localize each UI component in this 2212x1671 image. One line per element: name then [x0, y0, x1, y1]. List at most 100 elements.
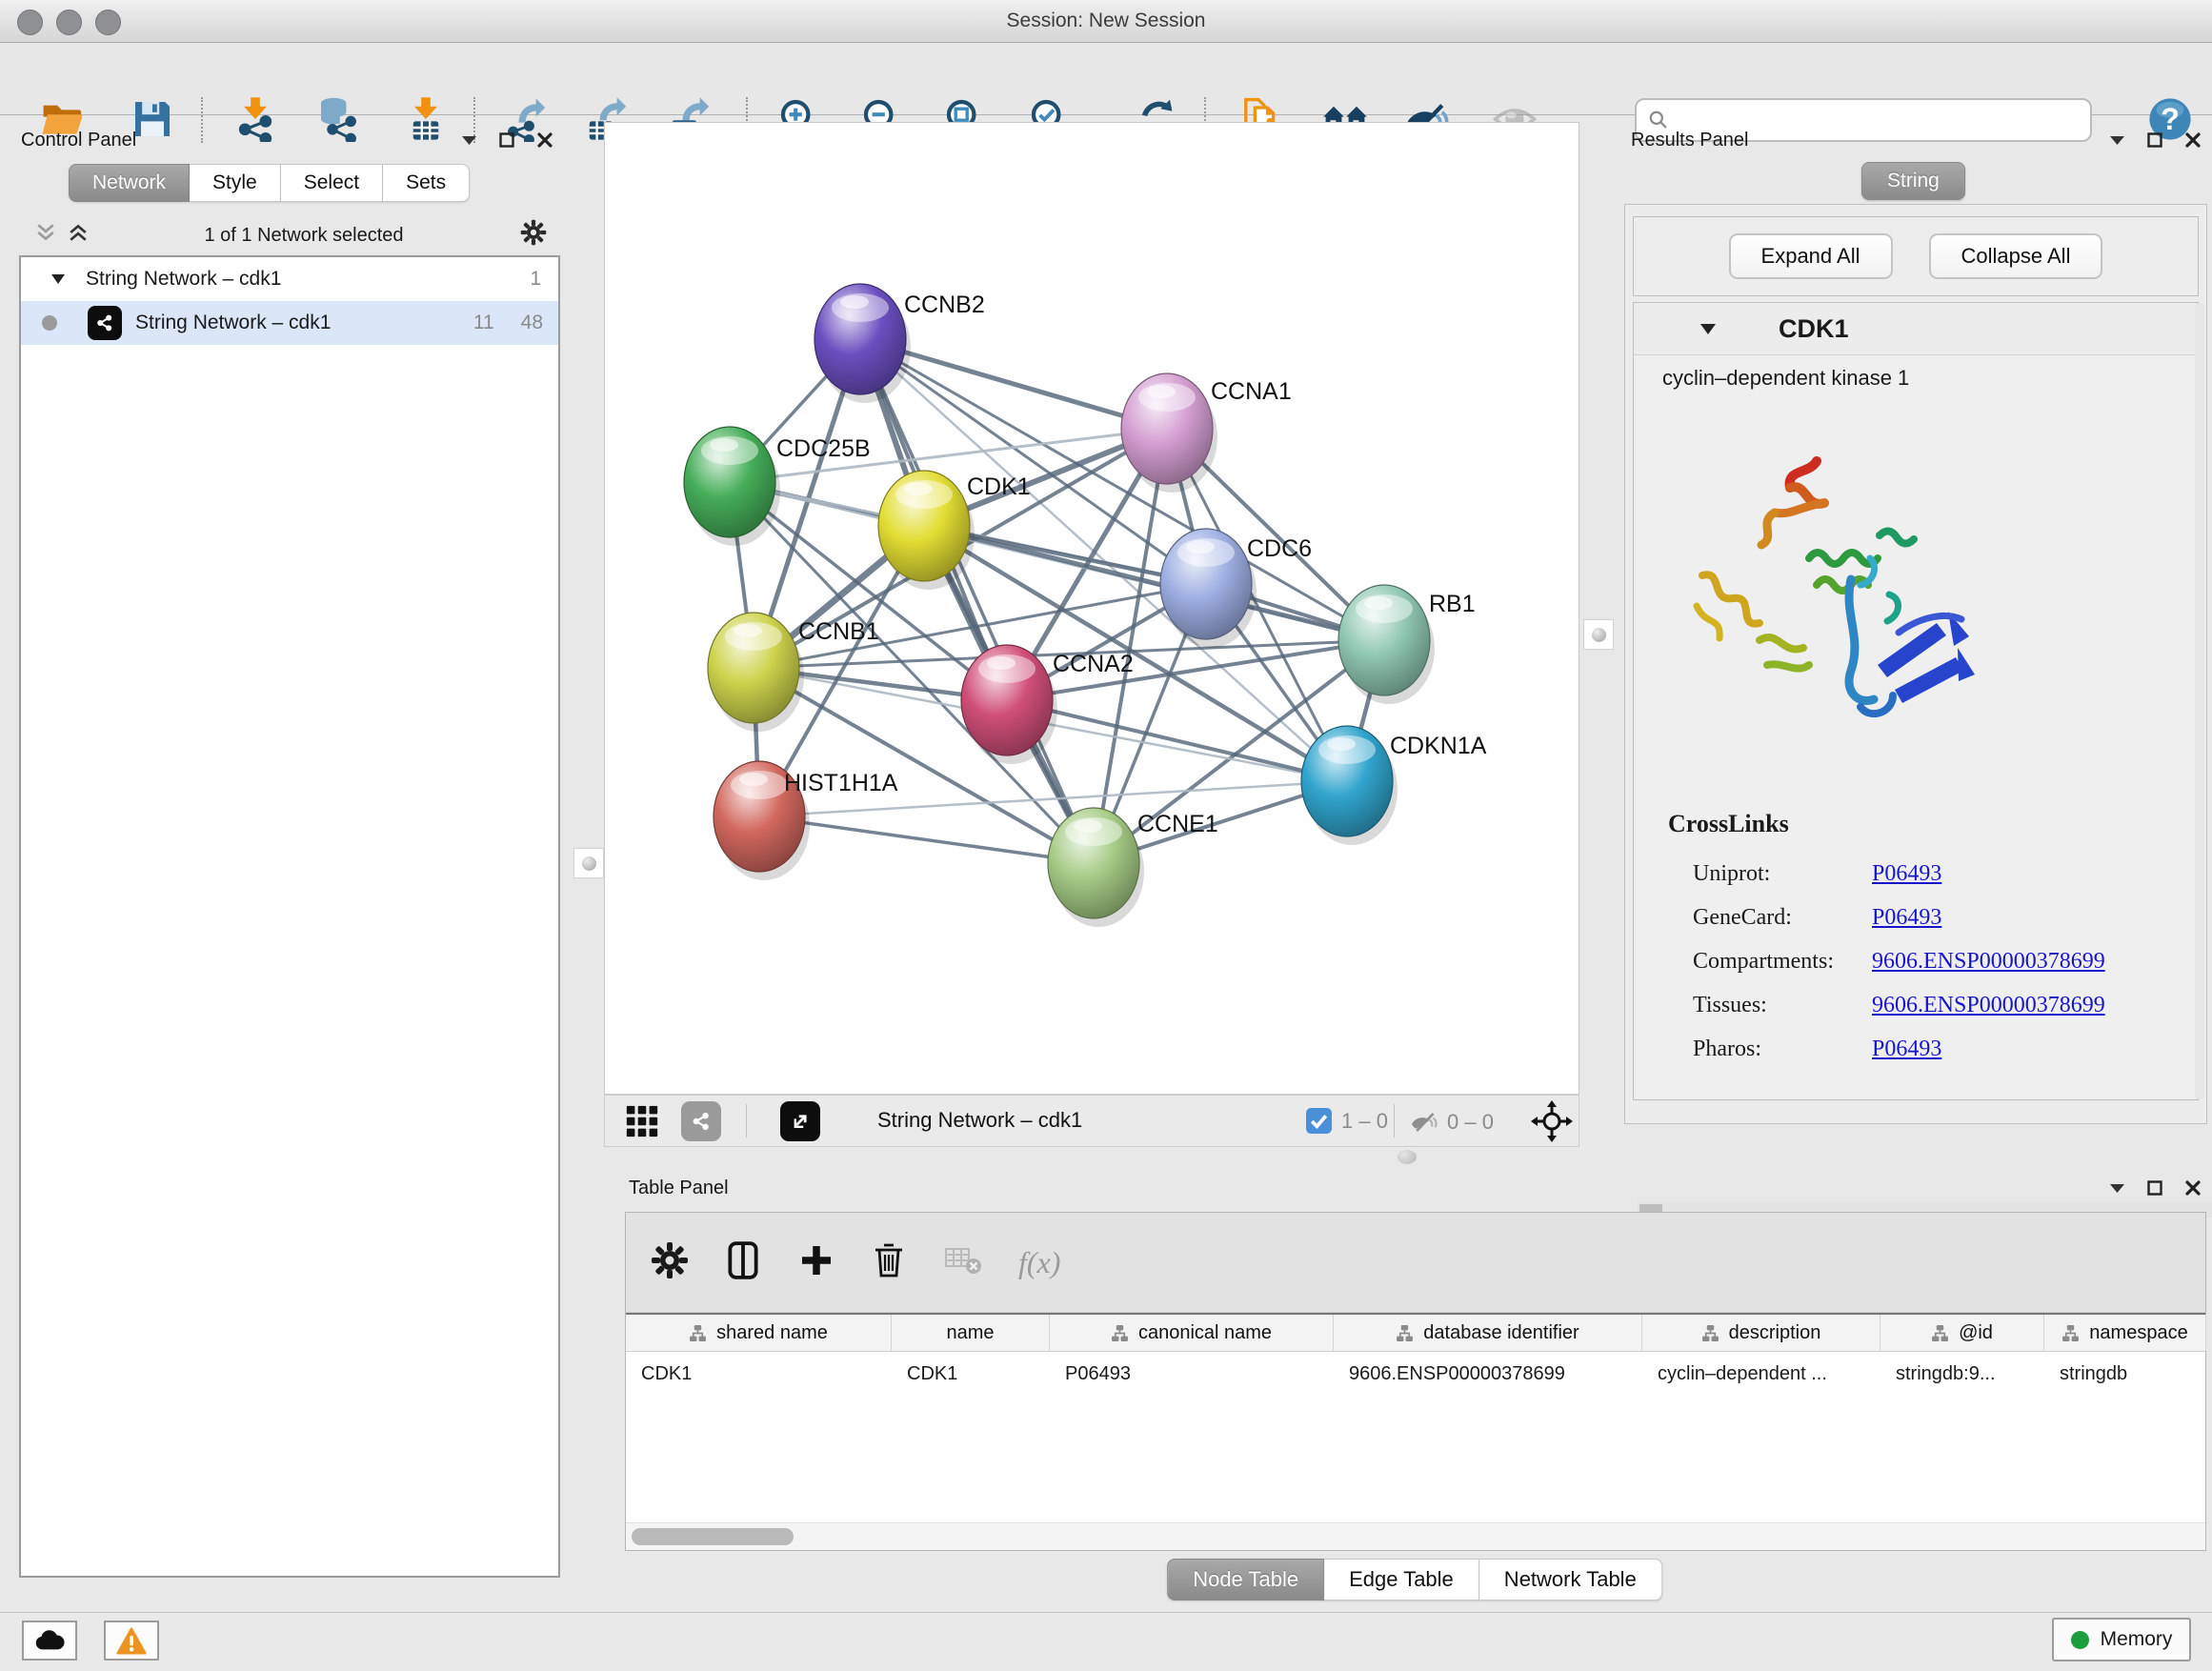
network-node[interactable]	[961, 645, 1057, 764]
network-node[interactable]	[1048, 808, 1144, 927]
tab-style[interactable]: Style	[190, 164, 281, 202]
column-header-canonical-name[interactable]: canonical name	[1050, 1315, 1334, 1351]
panel-menu-button[interactable]	[2110, 1184, 2124, 1193]
show-column-button[interactable]	[723, 1240, 763, 1285]
panel-float-button[interactable]	[2147, 1180, 2162, 1196]
tree-expand-icon	[51, 274, 65, 284]
table-cell[interactable]: P06493	[1050, 1363, 1334, 1385]
column-header-name[interactable]: name	[892, 1315, 1050, 1351]
crosslink-value-link[interactable]: 9606.ENSP00000378699	[1872, 993, 2105, 1018]
panel-close-button[interactable]	[537, 132, 553, 148]
crosslink-value-link[interactable]: 9606.ENSP00000378699	[1872, 949, 2105, 975]
column-header-shared-name[interactable]: shared name	[626, 1315, 892, 1351]
collapse-all-button[interactable]	[36, 223, 55, 248]
table-horizontal-scrollbar[interactable]	[626, 1522, 2205, 1550]
float-window-icon	[2147, 1180, 2162, 1196]
panel-menu-button[interactable]	[462, 136, 476, 145]
shared-column-icon	[1931, 1324, 1949, 1342]
warnings-button[interactable]	[104, 1621, 159, 1661]
table-options-button[interactable]	[651, 1241, 689, 1284]
birds-eye-toggle-button[interactable]	[1531, 1100, 1573, 1142]
network-row[interactable]: String Network – cdk1 11 48	[21, 301, 558, 345]
memory-button[interactable]: Memory	[2052, 1618, 2191, 1661]
network-collection-row[interactable]: String Network – cdk1 1	[21, 257, 558, 301]
network-node[interactable]	[1301, 726, 1398, 845]
open-in-new-window-button[interactable]	[780, 1101, 820, 1141]
network-node[interactable]	[814, 284, 911, 403]
expand-collapse-bar: Expand All Collapse All	[1633, 216, 2199, 296]
panel-close-button[interactable]	[2185, 1180, 2201, 1196]
network-selection-status: 1 of 1 Network selected	[88, 225, 520, 247]
panel-float-button[interactable]	[2147, 132, 2162, 148]
checkbox-checked-icon[interactable]	[1306, 1108, 1332, 1134]
network-node[interactable]	[708, 613, 804, 732]
title-bar: Session: New Session	[0, 0, 2212, 43]
column-header-namespace[interactable]: namespace	[2044, 1315, 2206, 1351]
tab-select[interactable]: Select	[281, 164, 383, 202]
close-icon	[2185, 132, 2201, 148]
crosslink-value-link[interactable]: P06493	[1872, 1037, 1941, 1062]
tab-node-table[interactable]: Node Table	[1167, 1559, 1324, 1601]
chevron-down-icon	[2110, 1184, 2124, 1193]
control-panel-tabs: Network Style Select Sets	[69, 164, 470, 202]
node-label: CCNB1	[798, 618, 879, 645]
horizontal-splitter-handle[interactable]	[1398, 1150, 1417, 1164]
expand-all-button[interactable]	[69, 223, 88, 248]
tab-network-table[interactable]: Network Table	[1479, 1559, 1662, 1601]
table-cell[interactable]: CDK1	[892, 1363, 1050, 1385]
table-cell[interactable]: 9606.ENSP00000378699	[1334, 1363, 1642, 1385]
string-view-button[interactable]	[681, 1101, 721, 1141]
control-panel: Control Panel Network Style Select Sets	[10, 122, 564, 1581]
panel-menu-button[interactable]	[2110, 136, 2124, 145]
network-options-button[interactable]	[520, 219, 547, 252]
create-column-button[interactable]	[797, 1241, 835, 1284]
column-header-label: shared name	[716, 1322, 828, 1344]
network-node[interactable]	[1338, 585, 1435, 704]
table-cell[interactable]: stringdb:9...	[1880, 1363, 2044, 1385]
results-vertical-scrollbar[interactable]	[2195, 304, 2204, 1098]
tab-network[interactable]: Network	[69, 164, 190, 202]
cloud-status-button[interactable]	[22, 1621, 77, 1661]
scrollbar-thumb[interactable]	[632, 1528, 794, 1545]
crosslink-value-link[interactable]: P06493	[1872, 905, 1941, 931]
expand-all-button[interactable]: Expand All	[1729, 233, 1893, 279]
edge-count: 48	[521, 312, 543, 334]
tab-sets[interactable]: Sets	[383, 164, 470, 202]
results-panel: Results Panel String Expand All Collapse…	[1619, 122, 2212, 1160]
table-cell[interactable]: CDK1	[626, 1363, 892, 1385]
hidden-eye-icon[interactable]	[1409, 1108, 1438, 1137]
column-header--id[interactable]: @id	[1880, 1315, 2044, 1351]
current-network-dot-icon	[42, 315, 57, 331]
network-node[interactable]	[878, 471, 975, 590]
shared-column-icon	[2061, 1324, 2080, 1342]
results-panel-title: Results Panel	[1631, 130, 1748, 151]
node-table: shared name namecanonical namedatabase id…	[626, 1313, 2205, 1396]
panel-close-button[interactable]	[2185, 132, 2201, 148]
tab-edge-table[interactable]: Edge Table	[1324, 1559, 1479, 1601]
delete-column-button[interactable]	[870, 1241, 908, 1284]
node-label: HIST1H1A	[784, 770, 898, 796]
collapse-all-button[interactable]: Collapse All	[1929, 233, 2103, 279]
delete-table-button[interactable]	[942, 1241, 984, 1284]
show-grid-button[interactable]	[624, 1103, 660, 1139]
table-cell[interactable]: stringdb	[2044, 1363, 2206, 1385]
gene-description: cyclin–dependent kinase 1	[1662, 366, 1909, 391]
string-results-container: Expand All Collapse All CDK1 cyclin–depe…	[1624, 204, 2207, 1124]
network-node[interactable]	[1121, 373, 1217, 493]
crosslink-value-link[interactable]: P06493	[1872, 861, 1941, 887]
node-label: RB1	[1429, 591, 1476, 617]
column-header-database-identifier[interactable]: database identifier	[1334, 1315, 1642, 1351]
crosslink-row: Tissues:9606.ENSP00000378699	[1668, 983, 2105, 1027]
gene-card-header[interactable]: CDK1	[1634, 303, 2198, 355]
table-cell[interactable]: cyclin–dependent ...	[1642, 1363, 1880, 1385]
panel-float-button[interactable]	[499, 132, 514, 148]
table-row[interactable]: CDK1CDK1P064939606.ENSP00000378699cyclin…	[626, 1352, 2205, 1396]
network-node[interactable]	[1160, 529, 1257, 648]
right-splitter-handle[interactable]	[1583, 619, 1614, 650]
tab-string[interactable]: String	[1861, 162, 1965, 200]
network-canvas[interactable]: CCNB2CCNA1CDC25BCDK1CDC6RB1CCNB1CCNA2CDK…	[604, 122, 1579, 1095]
left-splitter-handle[interactable]	[573, 848, 604, 878]
column-header-description[interactable]: description	[1642, 1315, 1880, 1351]
collapse-section-icon	[1700, 324, 1716, 334]
function-builder-button[interactable]: f(x)	[1018, 1245, 1060, 1280]
